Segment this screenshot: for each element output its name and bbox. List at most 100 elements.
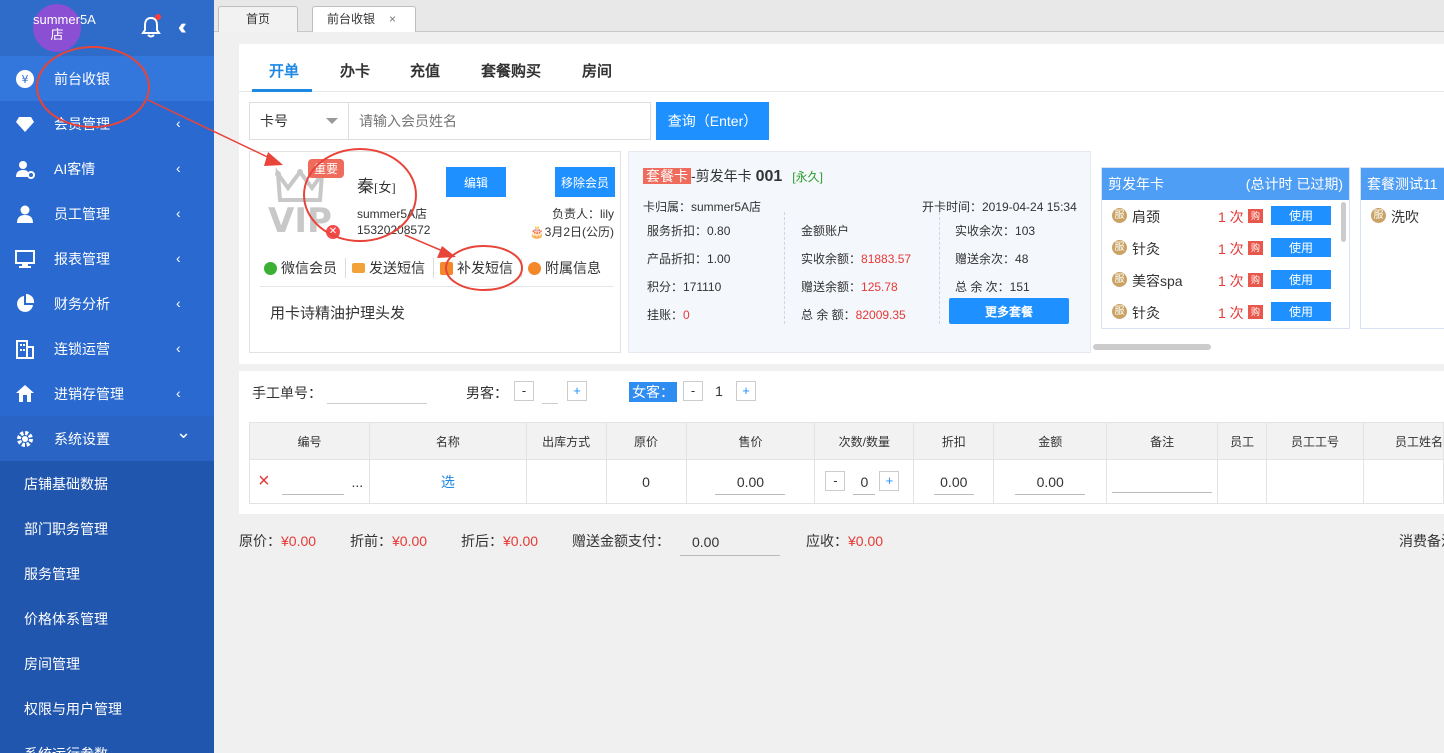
close-icon[interactable]: ×	[389, 12, 396, 26]
chevron-left-icon: ‹	[176, 115, 181, 131]
member-store: summer5A店	[357, 207, 428, 221]
original-price: 0	[642, 473, 650, 490]
search-button[interactable]: 查询（Enter）	[656, 102, 769, 140]
use-button[interactable]: 使用	[1271, 302, 1331, 321]
home-icon	[14, 383, 36, 405]
paid-balance: 实收余额：81883.57	[801, 252, 912, 266]
chevron-left-icon: ‹	[176, 205, 181, 221]
use-button[interactable]: 使用	[1271, 270, 1331, 289]
svg-text:¥: ¥	[22, 73, 29, 86]
sidebar-item-chain[interactable]: 连锁运营 ‹	[0, 326, 214, 371]
delete-row-icon[interactable]: ×	[258, 470, 270, 492]
more-packages-button[interactable]: 更多套餐	[949, 298, 1069, 324]
status-dot-icon: ✕	[326, 225, 340, 239]
gift-payment-input[interactable]: 0.00	[680, 528, 780, 556]
pick-item-link[interactable]: 选	[441, 474, 455, 490]
male-count-input[interactable]	[542, 403, 558, 404]
sidebar-item-members[interactable]: 会员管理 ‹	[0, 101, 214, 146]
male-minus-button[interactable]: -	[514, 381, 534, 401]
amount-input[interactable]: 0.00	[1015, 469, 1086, 495]
submenu-departments[interactable]: 部门职务管理	[0, 506, 214, 551]
gear-icon	[14, 428, 36, 450]
store-avatar[interactable]: summer5A店	[33, 4, 96, 52]
male-plus-button[interactable]: +	[567, 381, 587, 401]
qty-plus-button[interactable]: +	[879, 471, 900, 491]
consumption-note-label: 消费备注	[1399, 533, 1444, 549]
remark-input[interactable]	[1112, 467, 1213, 493]
notification-dot	[155, 14, 161, 20]
staff-no-cell[interactable]	[1266, 459, 1364, 504]
submenu-services[interactable]: 服务管理	[0, 551, 214, 596]
tab-cashier[interactable]: 前台收银 ×	[312, 6, 416, 32]
sale-price-input[interactable]: 0.00	[715, 469, 786, 495]
staff-cell[interactable]	[1217, 459, 1268, 504]
submenu-store-data[interactable]: 店铺基础数据	[0, 461, 214, 506]
remove-member-button[interactable]: 移除会员	[555, 167, 615, 197]
service-icon: 服	[1371, 208, 1386, 223]
purchase-icon: 购	[1248, 209, 1263, 223]
male-label: 男客：	[466, 385, 508, 401]
points: 积分：171110	[647, 280, 722, 294]
sidebar-item-cashier[interactable]: ¥ 前台收银	[0, 56, 214, 101]
stock-method-cell[interactable]	[525, 459, 607, 504]
horizontal-scrollbar[interactable]	[1093, 344, 1211, 350]
sidebar-item-ai[interactable]: AI客情 ‹	[0, 146, 214, 191]
extra-info-link[interactable]: 附属信息	[528, 258, 609, 278]
submenu-permissions[interactable]: 权限与用户管理	[0, 686, 214, 731]
edit-member-button[interactable]: 编辑	[446, 167, 506, 197]
submenu-pricing[interactable]: 价格体系管理	[0, 596, 214, 641]
service-icon: 服	[1112, 240, 1127, 255]
caret-down-icon	[326, 118, 338, 124]
tab-recharge[interactable]: 充值	[410, 60, 440, 81]
member-birthday: 🎂3月2日(公历)	[529, 225, 614, 239]
manual-no-input[interactable]	[327, 403, 427, 404]
paid-times: 实收余次：103	[955, 224, 1036, 238]
female-minus-button[interactable]: -	[683, 381, 703, 401]
member-note: 用卡诗精油护理头发	[270, 305, 406, 322]
send-sms-link[interactable]: 发送短信	[352, 258, 434, 278]
item-code-input[interactable]	[281, 469, 344, 495]
sidebar-item-settings[interactable]: 系统设置 ⌄	[0, 416, 214, 461]
chevron-left-icon: ‹	[176, 250, 181, 266]
divider	[939, 212, 940, 324]
diamond-icon	[14, 113, 36, 135]
sidebar-item-finance[interactable]: 财务分析 ‹	[0, 281, 214, 326]
tab-room[interactable]: 房间	[582, 60, 612, 81]
resend-sms-link[interactable]: 补发短信	[440, 258, 522, 278]
receivable-total: 应收：¥0.00	[806, 533, 884, 549]
package-header: 套餐测试11	[1361, 168, 1444, 200]
use-button[interactable]: 使用	[1271, 238, 1331, 257]
package-item: 服美容spa 1 次购使用	[1102, 264, 1349, 296]
scrollbar[interactable]	[1341, 202, 1346, 242]
tab-home[interactable]: 首页	[218, 6, 298, 32]
package-panel: 套餐测试11 服洗吹	[1360, 167, 1444, 329]
use-button[interactable]: 使用	[1271, 206, 1331, 225]
table-header: 编号 名称 出库方式 原价 售价 次数/数量 折扣 金额 备注 员工 员工工号 …	[249, 422, 1444, 460]
discount-input[interactable]: 0.00	[933, 469, 974, 495]
sidebar-item-reports[interactable]: 报表管理 ‹	[0, 236, 214, 281]
tab-open-order[interactable]: 开单	[269, 60, 299, 81]
purchase-icon: 购	[1248, 273, 1263, 287]
sidebar-item-staff[interactable]: 员工管理 ‹	[0, 191, 214, 236]
qty-input[interactable]: 0	[853, 469, 876, 495]
tab-card[interactable]: 办卡	[340, 60, 370, 81]
member-phone: 15320208572	[357, 223, 431, 237]
qty-minus-button[interactable]: -	[825, 471, 846, 491]
service-discount: 服务折扣：0.80	[647, 224, 731, 238]
member-card: VIP 重要 ✕ 秦[女] summer5A店 15320208572 编辑 移…	[249, 151, 621, 353]
sidebar-nav: ¥ 前台收银 会员管理 ‹ AI客情 ‹ 员工管理 ‹ 报表管理 ‹ 财务分析 …	[0, 56, 214, 461]
collapse-sidebar-icon[interactable]: ‹‹	[178, 14, 186, 40]
sidebar-header: summer5A店 ‹‹	[0, 0, 214, 56]
search-type-select[interactable]: 卡号	[249, 102, 349, 140]
member-search-input[interactable]	[349, 102, 651, 140]
submenu-rooms[interactable]: 房间管理	[0, 641, 214, 686]
tab-package[interactable]: 套餐购买	[481, 60, 541, 81]
female-label: 女客：	[629, 382, 677, 402]
female-plus-button[interactable]: +	[736, 381, 756, 401]
staff-name-cell[interactable]	[1362, 459, 1444, 504]
item-code-more[interactable]: ...	[351, 474, 363, 490]
sidebar-item-inventory[interactable]: 进销存管理 ‹	[0, 371, 214, 416]
wechat-member-link[interactable]: 微信会员	[264, 258, 346, 278]
member-name: 秦[女]	[357, 177, 396, 196]
submenu-system-params[interactable]: 系统运行参数	[0, 731, 214, 753]
